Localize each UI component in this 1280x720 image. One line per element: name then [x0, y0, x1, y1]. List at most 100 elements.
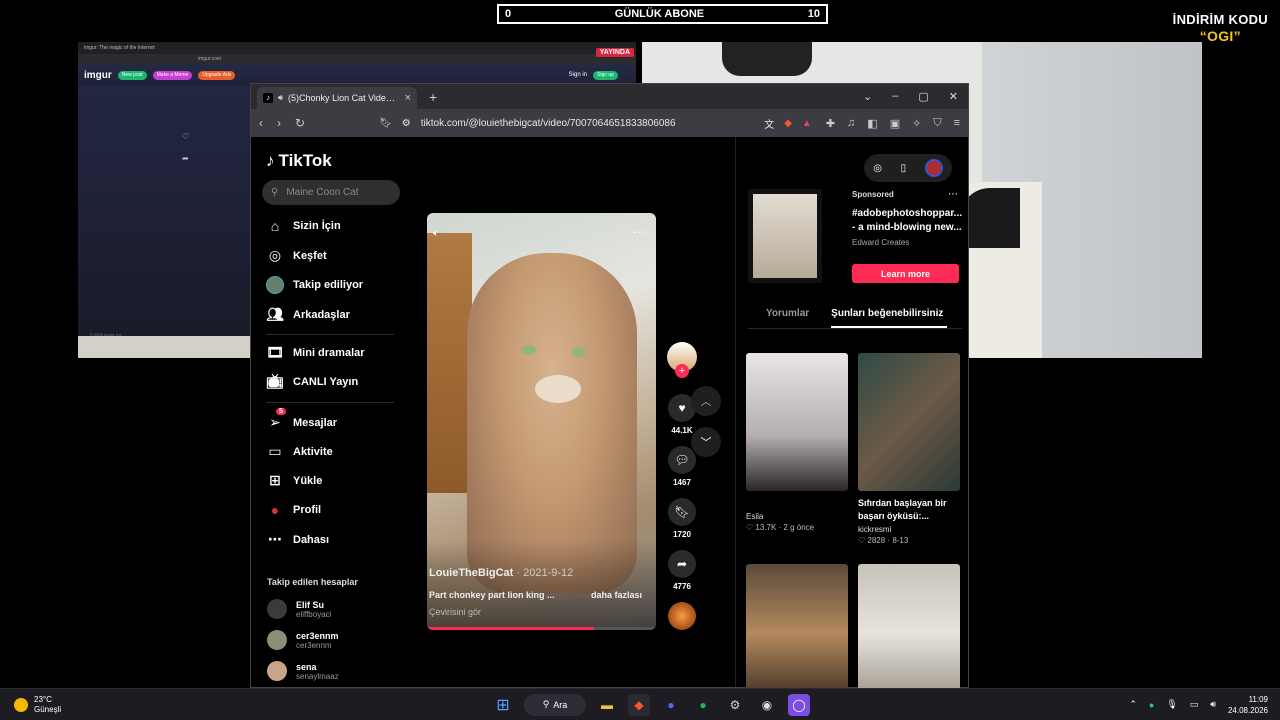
back-icon[interactable]: ‹ — [259, 116, 263, 130]
address-bar[interactable]: 🔖︎ ⚙ tiktok.com/@louiethebigcat/video/70… — [319, 116, 812, 131]
nav-friends[interactable]: 👥︎ Arkadaşlar — [266, 306, 396, 323]
share-button[interactable]: ➦ 4776 — [666, 550, 698, 591]
extensions-icon[interactable]: ✚ — [826, 117, 835, 130]
nav-activity[interactable]: ▭ Aktivite — [266, 443, 396, 460]
previous-video-button[interactable]: ︿ — [691, 386, 721, 416]
leo-icon[interactable]: ✧ — [912, 117, 921, 130]
music-disc[interactable] — [666, 602, 698, 630]
tab-search-icon[interactable]: ⌄ — [863, 90, 872, 103]
video-player[interactable]: 🔈︎ ⋯ LouieTheBigCat · 2021-9-12 Part cho… — [427, 213, 656, 630]
translate-link[interactable]: Çevirisini gör — [429, 607, 481, 617]
wallet-icon[interactable]: ▣ — [890, 117, 900, 130]
learn-more-button[interactable]: Learn more — [852, 264, 959, 283]
next-video-button[interactable]: ﹀ — [691, 427, 721, 457]
translate-icon[interactable]: 文 — [764, 116, 774, 131]
network-icon[interactable]: ▭ — [1190, 699, 1199, 710]
discord-icon[interactable]: ● — [660, 694, 682, 716]
following-account[interactable]: cer3ennm cer3ennm — [267, 630, 339, 650]
nav-more[interactable]: ⋯ Dahası — [266, 531, 396, 548]
windows-start-icon[interactable]: ⊞ — [492, 694, 514, 716]
tab-you-may-like[interactable]: Şunları beğenebilirsiniz — [831, 299, 948, 328]
bg-tab-title[interactable]: imgur: The magic of the Internet — [84, 45, 155, 51]
rec-age: 2 g önce — [783, 523, 815, 532]
nav-live[interactable]: 📺︎ CANLI Yayın — [266, 373, 396, 390]
bookmark-icon[interactable]: 🔖︎ — [379, 118, 392, 129]
imgur-sign-up[interactable]: Sign up — [593, 70, 618, 80]
speaker-icon[interactable]: 🔊︎ — [278, 93, 283, 103]
comment-button[interactable]: 💬︎ 1467 — [666, 446, 698, 487]
tab-comments[interactable]: Yorumlar — [748, 299, 809, 328]
volume-icon[interactable]: 🔈︎ — [433, 228, 439, 239]
app-icon[interactable]: ◯ — [788, 693, 810, 716]
clock[interactable]: 11:09 24.08.2026 — [1228, 694, 1268, 716]
microphone-icon[interactable]: 🎙︎ — [1166, 699, 1177, 710]
url-text[interactable]: tiktok.com/@louiethebigcat/video/7007064… — [421, 118, 676, 129]
nav-mini-dramas[interactable]: 🎞︎ Mini dramalar — [266, 344, 396, 361]
following-account[interactable]: Elif Su eliffboyaci — [267, 599, 331, 619]
imgur-new-post-button[interactable]: New post — [117, 70, 147, 80]
imgur-upgrade-button[interactable]: Upgrade Ads — [198, 70, 236, 80]
minimize-button[interactable]: – — [892, 90, 898, 103]
active-tab[interactable]: ♪ 🔊︎ (5)Chonky Lion Cat Video Compilatio… — [257, 87, 417, 109]
rewards-icon[interactable]: ▲ — [802, 118, 812, 129]
site-settings-icon[interactable]: ⚙ — [402, 118, 411, 129]
bg-url[interactable]: imgur.com — [198, 56, 221, 62]
file-explorer-icon[interactable]: ▬ — [596, 694, 618, 716]
heart-icon[interactable]: ♡ — [182, 132, 189, 141]
nav-for-you[interactable]: ⌂ Sizin İçin — [266, 218, 396, 234]
imgur-sign-in[interactable]: Sign in — [569, 72, 587, 78]
obs-icon[interactable]: ◉ — [756, 694, 778, 716]
home-icon: ⌂ — [270, 218, 280, 234]
save-button[interactable]: 🔖︎ 1720 — [666, 498, 698, 539]
vpn-icon[interactable]: ⛉ — [933, 117, 941, 130]
media-icon[interactable]: ♫ — [847, 117, 855, 130]
menu-icon[interactable]: ≡ — [954, 117, 960, 130]
steam-icon[interactable]: ⚙ — [724, 694, 746, 716]
imgur-logo[interactable]: imgur — [84, 70, 112, 81]
maximize-button[interactable]: ▢ — [918, 90, 928, 103]
close-window-button[interactable]: ✕ — [949, 90, 958, 103]
skull-decoration — [722, 42, 812, 76]
creator-avatar[interactable]: + — [666, 342, 698, 378]
imgur-meme-button[interactable]: Make a Meme — [152, 70, 193, 80]
user-avatar-icon[interactable] — [924, 159, 943, 177]
volume-icon[interactable]: 🔊︎ — [1210, 699, 1216, 710]
nav-upload[interactable]: ⊞ Yükle — [266, 472, 396, 489]
forward-icon[interactable]: › — [277, 116, 281, 130]
nav-explore[interactable]: ◎ Keşfet — [266, 247, 396, 264]
ad-thumbnail[interactable] — [748, 189, 822, 283]
tiktok-logo[interactable]: ♪ TikTok — [266, 151, 332, 171]
status-dot-icon[interactable]: ● — [1149, 700, 1154, 710]
video-progress-bar[interactable] — [427, 627, 656, 630]
chevron-up-icon[interactable]: ⌃ — [1129, 699, 1137, 710]
rec-card[interactable]: Sıfırdan başlayan bir başarı öyküsü:... … — [858, 353, 960, 545]
nav-profile[interactable]: ● Profil — [266, 502, 396, 518]
see-more-link[interactable]: daha fazlası — [591, 590, 642, 600]
reload-icon[interactable]: ↻ — [295, 116, 305, 130]
compass-icon[interactable]: ◎ — [873, 163, 882, 174]
follow-plus-icon[interactable]: + — [675, 364, 689, 378]
new-tab-button[interactable]: + — [429, 89, 437, 105]
sidebar-icon[interactable]: ◧ — [867, 117, 877, 130]
music-disc-icon — [668, 602, 696, 630]
browser-window[interactable]: ♪ 🔊︎ (5)Chonky Lion Cat Video Compilatio… — [250, 83, 969, 702]
following-account[interactable]: sena senaylmaaz — [267, 661, 339, 681]
taskbar-search[interactable]: ⚲ Ara — [524, 693, 586, 716]
nav-following[interactable]: Takip ediliyor — [266, 276, 396, 294]
nav-messages[interactable]: ➢ 5 Mesajlar — [266, 408, 396, 431]
ad-more-icon[interactable]: ⋯ — [948, 189, 959, 200]
share-icon[interactable]: ➦ — [182, 154, 189, 163]
tab-close-icon[interactable]: × — [405, 92, 411, 104]
rec-card[interactable]: Esila ♡ 13.7K · 2 g önce — [746, 353, 848, 532]
weather-widget[interactable]: 23°C Güneşli — [14, 695, 61, 715]
ad-title[interactable]: #adobephotoshoppar... - a mind-blowing n… — [852, 207, 962, 235]
video-more-icon[interactable]: ⋯ — [633, 225, 646, 239]
video-author[interactable]: LouieTheBigCat · 2021-9-12 — [429, 567, 573, 579]
phone-icon[interactable]: ▯ — [901, 163, 907, 174]
spotify-icon[interactable]: ● — [692, 694, 714, 716]
search-input[interactable]: ⚲ Maine Coon Cat — [262, 180, 400, 205]
brave-shield-icon[interactable]: ◆ — [784, 118, 792, 129]
rec-card[interactable] — [746, 564, 848, 702]
rec-card[interactable] — [858, 564, 960, 702]
brave-browser-icon[interactable]: ◆ — [628, 693, 650, 716]
